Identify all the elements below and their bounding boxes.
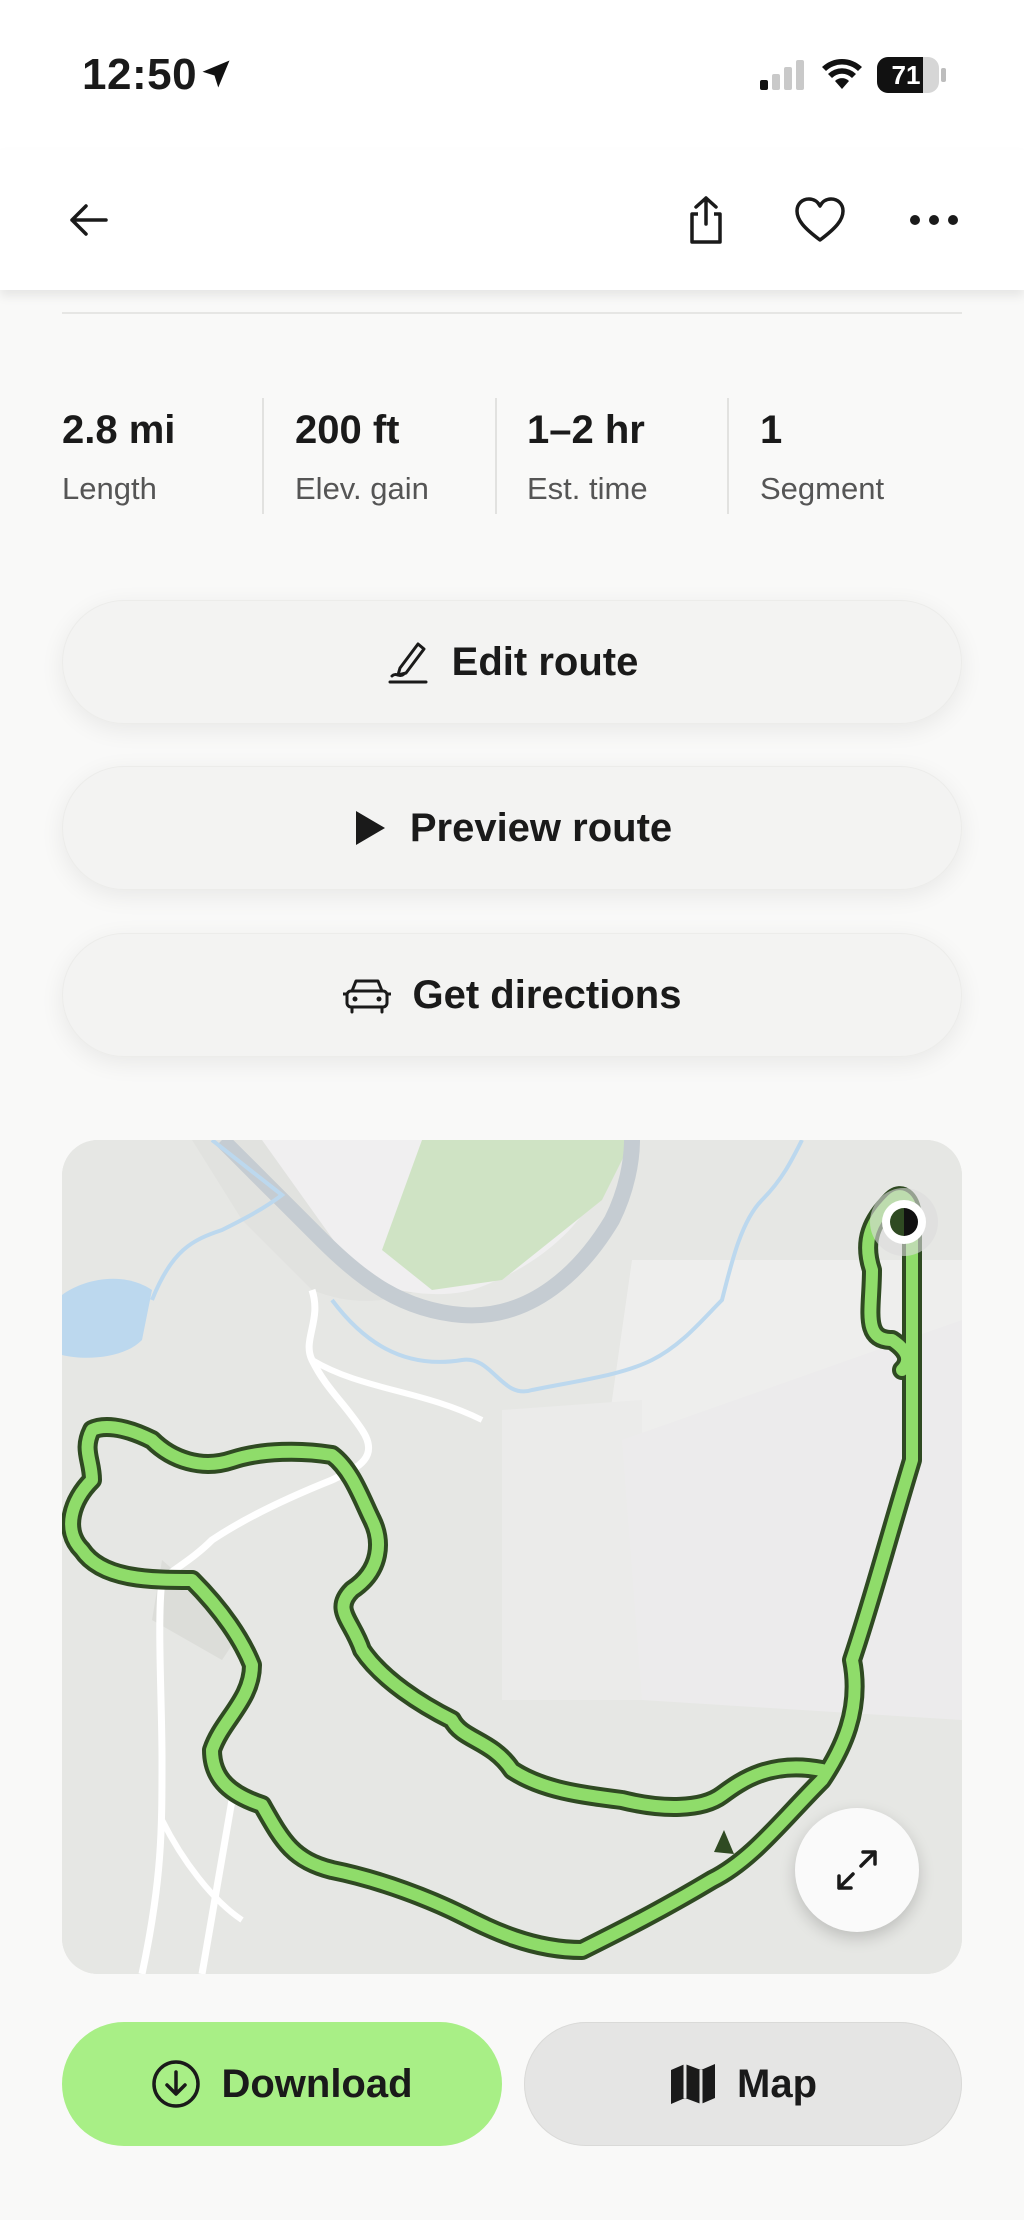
download-icon	[152, 2060, 201, 2108]
edit-route-label: Edit route	[451, 639, 639, 684]
stat-label: Est. time	[527, 471, 648, 506]
more-dots-icon	[910, 215, 958, 225]
stat-divider	[262, 398, 264, 514]
stat-value: 200 ft	[295, 408, 400, 452]
stat-elevation-gain: 200 ft Elev. gain	[295, 398, 429, 514]
status-time: 12:50	[82, 50, 198, 99]
stat-label: Length	[62, 471, 157, 506]
expand-map-button[interactable]	[795, 1808, 919, 1932]
status-bar: 12:50 71	[0, 0, 1024, 150]
get-directions-button[interactable]: Get directions	[62, 933, 962, 1057]
preview-route-label: Preview route	[409, 805, 673, 850]
battery-level: 71	[891, 60, 921, 90]
stat-value: 1–2 hr	[527, 408, 645, 452]
stat-segment: 1 Segment	[760, 398, 884, 514]
stat-value: 2.8 mi	[62, 408, 176, 452]
route-stats: 2.8 mi Length 200 ft Elev. gain 1–2 hr E…	[62, 398, 962, 518]
stat-length: 2.8 mi Length	[62, 398, 175, 514]
map-label: Map	[737, 2061, 817, 2106]
expand-icon	[837, 1850, 877, 1890]
stat-est-time: 1–2 hr Est. time	[527, 398, 648, 514]
favorite-button[interactable]	[790, 190, 850, 250]
more-button[interactable]	[904, 190, 964, 250]
stat-value: 1	[760, 408, 783, 452]
preview-route-button[interactable]: Preview route	[62, 766, 962, 890]
stat-label: Segment	[760, 471, 885, 506]
pen-icon	[388, 642, 428, 684]
map-button[interactable]: Map	[524, 2022, 962, 2146]
nav-bar	[0, 150, 1024, 290]
share-icon	[690, 196, 722, 244]
stat-divider	[495, 398, 497, 514]
cellular-signal-icon	[760, 60, 804, 90]
get-directions-label: Get directions	[412, 972, 682, 1017]
stat-label: Elev. gain	[295, 471, 429, 506]
section-divider	[62, 312, 962, 314]
location-arrow-icon	[202, 60, 230, 88]
back-button[interactable]	[58, 190, 118, 250]
wifi-icon	[822, 59, 862, 89]
edit-route-button[interactable]: Edit route	[62, 600, 962, 724]
stat-divider	[727, 398, 729, 514]
download-label: Download	[221, 2061, 413, 2106]
share-button[interactable]	[676, 190, 736, 250]
download-button[interactable]: Download	[62, 2022, 502, 2146]
map-icon	[671, 2064, 715, 2104]
back-arrow-icon	[70, 204, 108, 236]
car-icon	[342, 979, 391, 1014]
play-icon	[355, 811, 385, 845]
heart-icon	[795, 197, 845, 242]
